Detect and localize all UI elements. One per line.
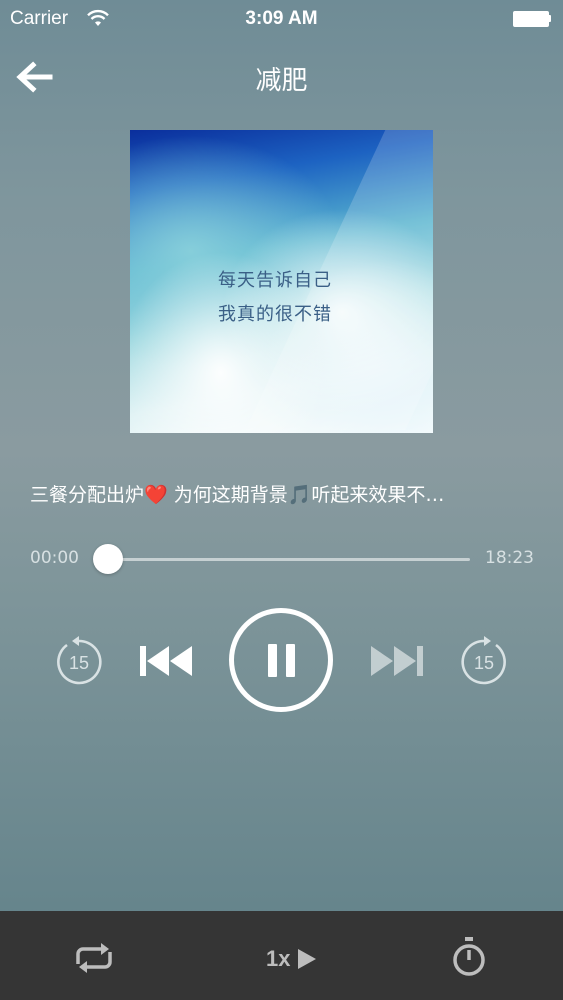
clock: 3:09 AM xyxy=(245,8,318,29)
status-bar: Carrier 3:09 AM xyxy=(0,0,563,38)
sleep-timer-icon[interactable] xyxy=(451,937,487,977)
speed-label: 1x xyxy=(266,946,291,971)
bottom-toolbar: 1x xyxy=(0,911,563,1000)
cover-text-line2: 我真的很不错 xyxy=(218,304,332,325)
total-duration: 18:23 xyxy=(485,548,534,568)
forward-seconds-label: 15 xyxy=(474,653,494,673)
next-track-button[interactable] xyxy=(369,642,423,680)
play-triangle-icon xyxy=(298,949,316,969)
progress-thumb[interactable] xyxy=(93,544,123,574)
cover-text-line1: 每天告诉自己 xyxy=(218,270,332,291)
pause-icon xyxy=(268,644,277,677)
previous-track-button[interactable] xyxy=(140,642,194,680)
forward-15-button[interactable]: 15 xyxy=(459,636,509,686)
album-cover: 每天告诉自己 我真的很不错 xyxy=(130,130,433,433)
rewind-15-button[interactable]: 15 xyxy=(54,636,104,686)
episode-title: 三餐分配出炉❤️ 为何这期背景🎵听起来效果不… xyxy=(30,484,445,506)
battery-icon xyxy=(513,11,551,27)
page-title: 减肥 xyxy=(255,66,308,96)
rewind-seconds-label: 15 xyxy=(69,653,89,673)
progress-track[interactable] xyxy=(108,558,470,561)
playback-speed-button[interactable]: 1x xyxy=(266,944,326,974)
repeat-icon[interactable] xyxy=(72,942,116,974)
elapsed-time: 00:00 xyxy=(30,548,79,568)
pause-button[interactable] xyxy=(229,608,333,712)
